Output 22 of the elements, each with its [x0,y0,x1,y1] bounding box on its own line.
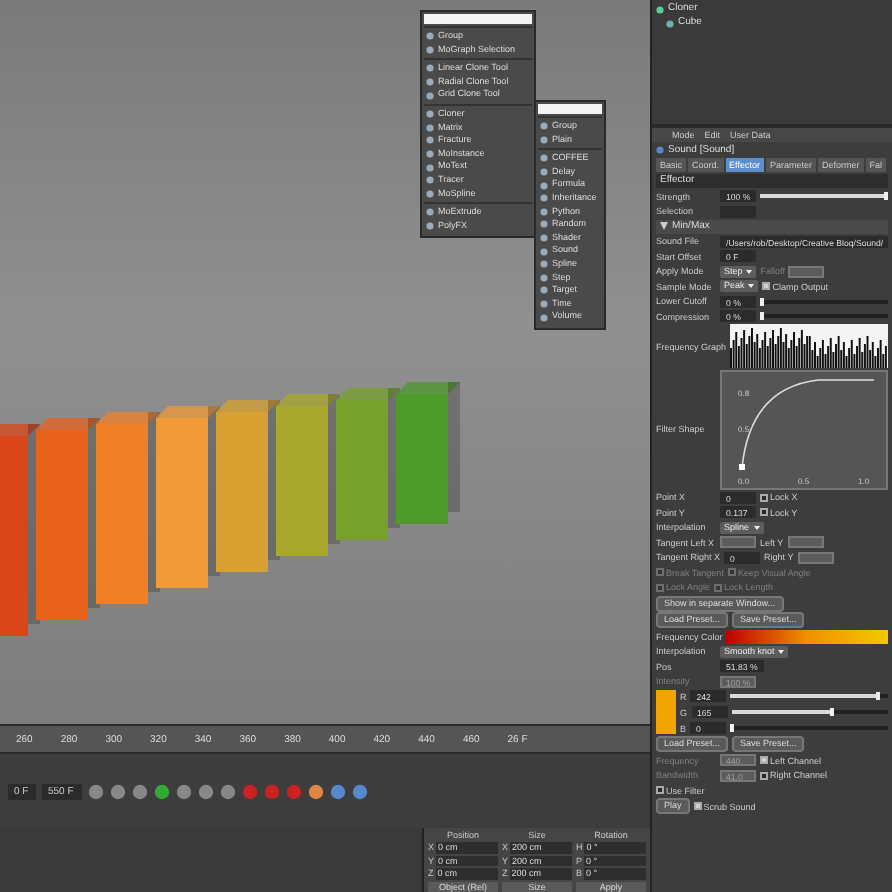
triangle-icon [660,222,668,230]
checkbox[interactable] [760,493,768,501]
slider-thumb[interactable] [730,724,735,732]
menu-search-field[interactable] [424,14,532,24]
sound-icon [656,146,664,154]
caret-icon [746,269,753,273]
checkbox[interactable] [760,771,768,779]
checkbox[interactable] [760,508,768,516]
color-gradient[interactable] [726,629,888,643]
slider-thumb[interactable] [830,708,835,716]
checkbox[interactable] [760,756,768,764]
checkbox[interactable] [762,282,771,290]
caret-icon [778,649,785,653]
caret-icon [753,525,760,529]
checkbox[interactable] [656,786,664,794]
menu-search-field[interactable] [538,104,602,114]
spline-curve [738,375,878,471]
caret-icon [748,284,755,288]
checkbox[interactable] [693,802,702,810]
slider-thumb[interactable] [876,692,881,700]
input-field[interactable] [720,205,756,217]
color-swatch [656,690,676,734]
